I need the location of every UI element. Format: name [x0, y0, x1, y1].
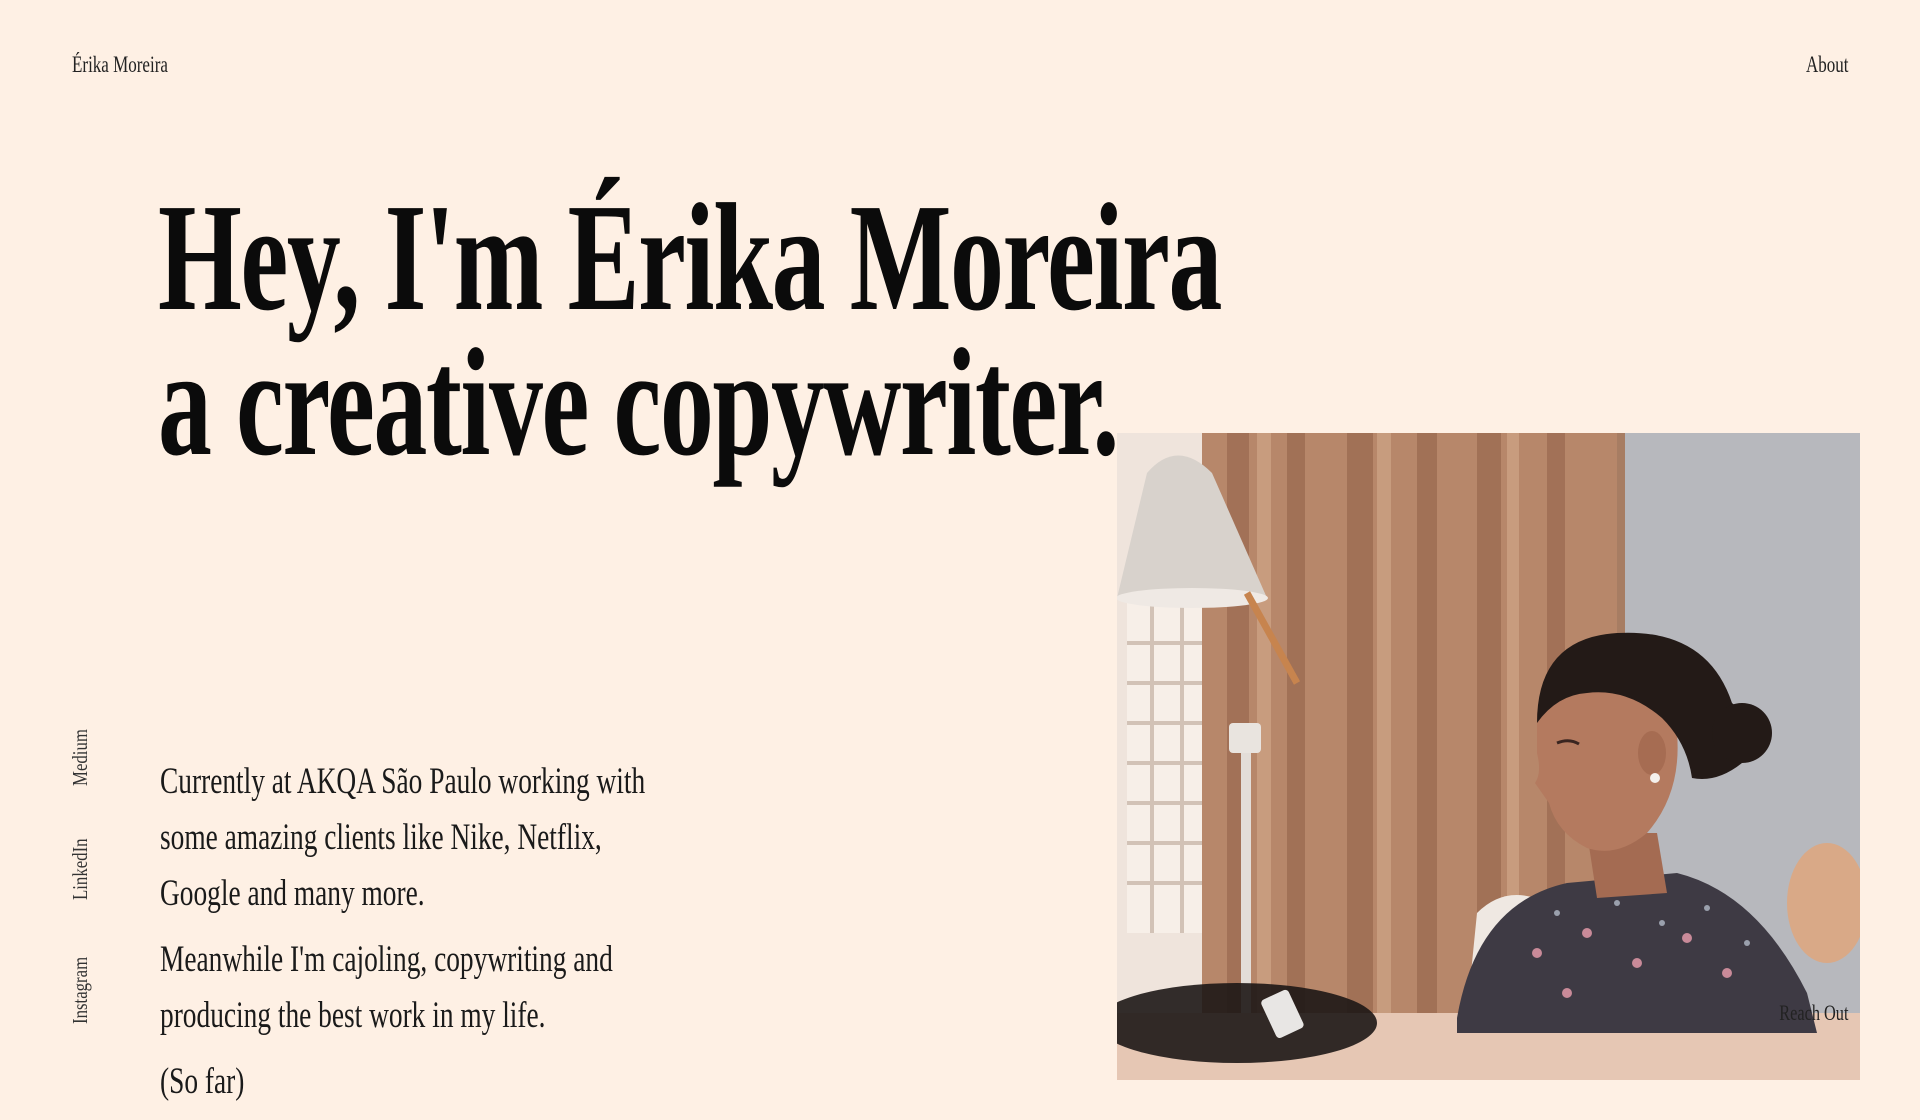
social-link-linkedin[interactable]: LinkedIn [68, 823, 93, 900]
bio-paragraph-3: (So far) [160, 1061, 245, 1102]
social-link-medium[interactable]: Medium [68, 715, 93, 786]
hero-headline: Hey, I'm Érika Moreira a creative copywr… [158, 173, 1677, 488]
portrait-illustration [1117, 433, 1860, 1080]
hero-photo: Reach Out [1117, 433, 1860, 1080]
nav-about-link[interactable]: About [1791, 52, 1848, 78]
hero-line-1: Hey, I'm Érika Moreira [158, 173, 1222, 343]
hero-line-2: a creative copywriter. [158, 318, 1119, 488]
bio-paragraph-2: Meanwhile I'm cajoling, copywriting and … [160, 939, 613, 1036]
brand-name[interactable]: Érika Moreira [72, 52, 202, 78]
bio-paragraph-1: Currently at AKQA São Paulo working with… [160, 761, 646, 914]
social-link-instagram[interactable]: Instagram [68, 940, 93, 1024]
reach-out-link[interactable]: Reach Out [1755, 1000, 1848, 1026]
bio-text: Currently at AKQA São Paulo working with… [160, 754, 816, 1120]
